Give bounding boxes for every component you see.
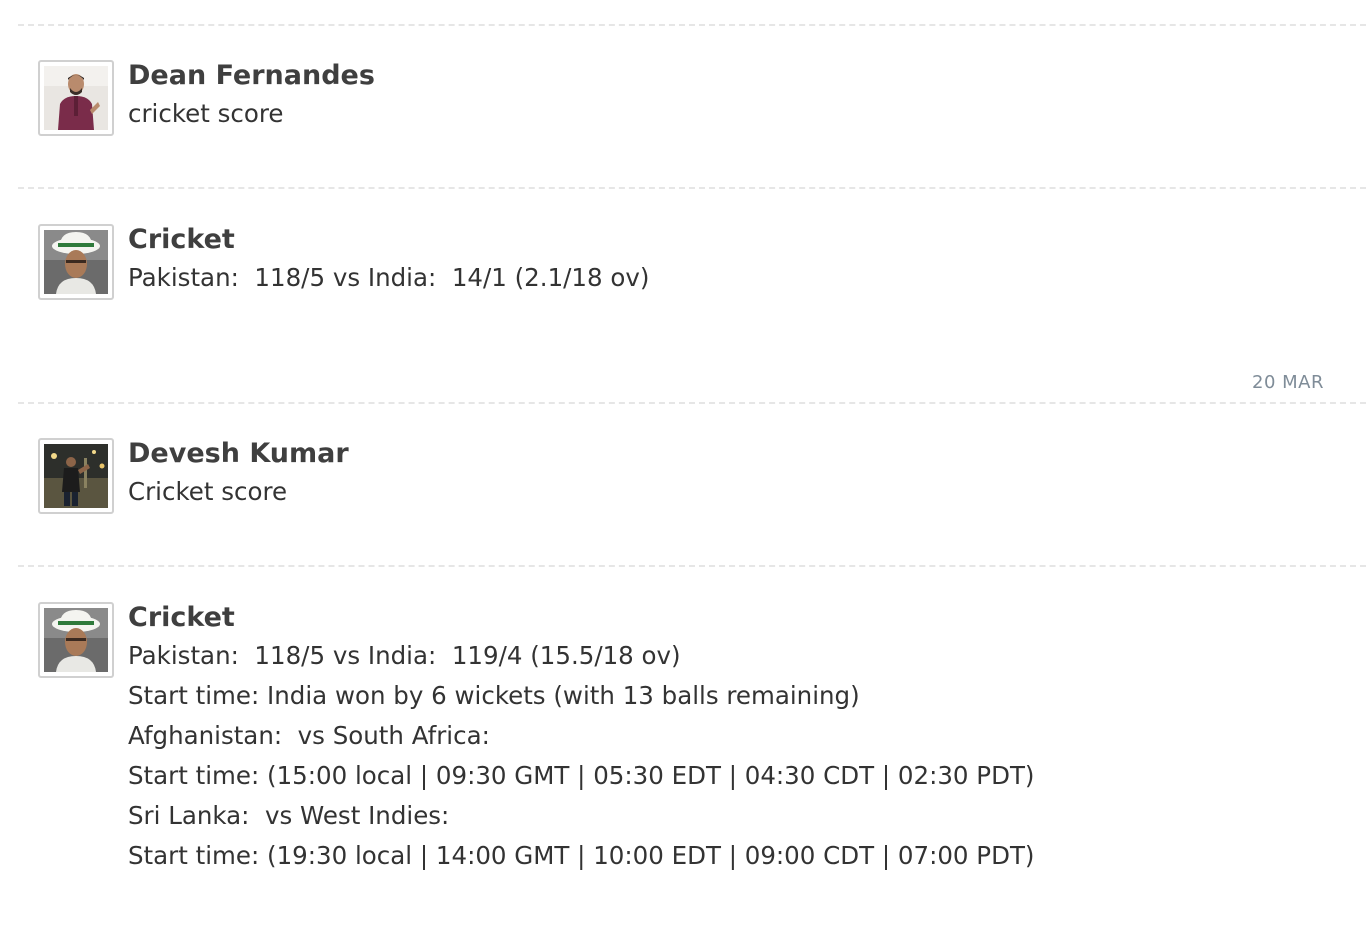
- avatar[interactable]: [38, 602, 114, 678]
- message-text: Cricket score: [128, 477, 288, 506]
- cricket-bot-icon: [44, 608, 108, 672]
- cricket-bot-icon: [44, 230, 108, 294]
- user-photo-icon: [44, 444, 108, 508]
- message-text: cricket score: [128, 99, 284, 128]
- sender-name: Devesh Kumar: [128, 438, 349, 469]
- message-text: Start time: (15:00 local | 09:30 GMT | 0…: [128, 761, 1035, 790]
- message-text: Pakistan: 118/5 vs India: 119/4 (15.5/18…: [128, 641, 681, 670]
- sender-name: Dean Fernandes: [128, 60, 375, 91]
- date-separator: 20 MAR: [1252, 372, 1324, 393]
- message-divider: [18, 24, 1366, 26]
- sender-name: Cricket: [128, 602, 235, 633]
- message-divider: [18, 565, 1366, 567]
- message-divider: [18, 187, 1366, 189]
- avatar[interactable]: [38, 438, 114, 514]
- avatar[interactable]: [38, 60, 114, 136]
- message-text: Start time: (19:30 local | 14:00 GMT | 1…: [128, 841, 1035, 870]
- avatar[interactable]: [38, 224, 114, 300]
- user-photo-icon: [44, 66, 108, 130]
- message-divider: [18, 402, 1366, 404]
- message-text: Start time: India won by 6 wickets (with…: [128, 681, 860, 710]
- message-text: Afghanistan: vs South Africa:: [128, 721, 490, 750]
- message-text: Pakistan: 118/5 vs India: 14/1 (2.1/18 o…: [128, 263, 650, 292]
- sender-name: Cricket: [128, 224, 235, 255]
- message-text: Sri Lanka: vs West Indies:: [128, 801, 450, 830]
